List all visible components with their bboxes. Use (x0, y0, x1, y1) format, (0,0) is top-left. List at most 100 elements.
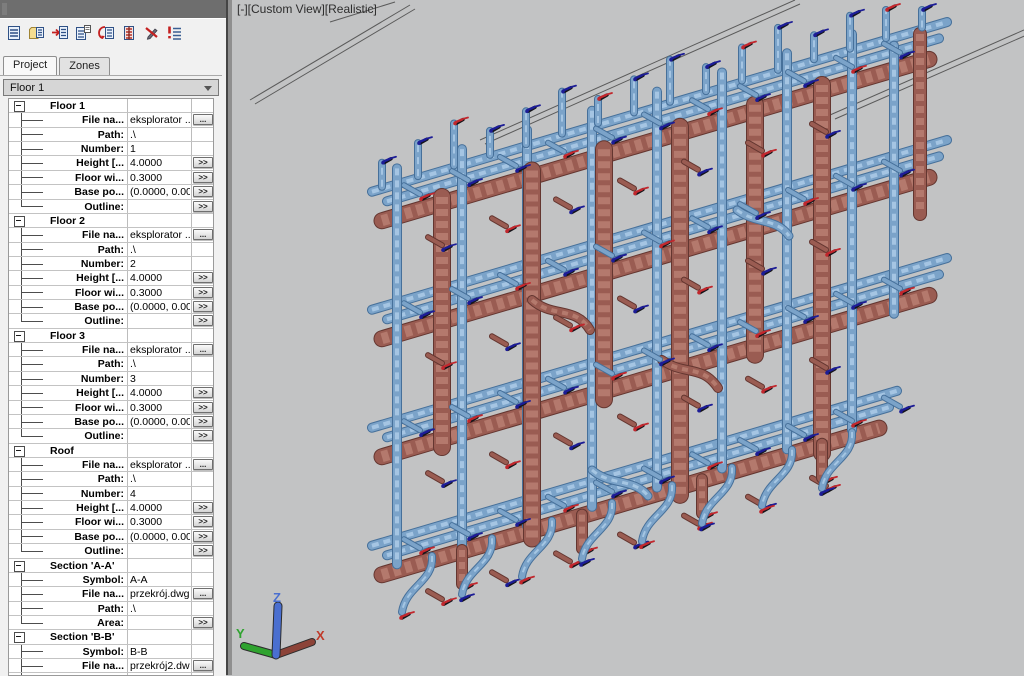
expand-value-button[interactable]: >> (193, 545, 213, 556)
expand-value-button[interactable]: >> (193, 502, 213, 513)
3d-viewport[interactable]: ZXY [-][Custom View][Realistic] (232, 0, 1024, 675)
expand-value-button[interactable]: >> (193, 387, 213, 398)
property-value[interactable]: 2 (130, 258, 190, 270)
browse-button[interactable]: ... (193, 459, 213, 470)
tree-row[interactable]: Floor wi...0.3000>> (9, 171, 213, 185)
expand-value-button[interactable]: >> (193, 186, 213, 197)
tree-row[interactable]: File na...eksplorator ...... (9, 458, 213, 472)
building-document-icon[interactable] (5, 24, 23, 42)
collapse-icon[interactable] (14, 632, 25, 643)
expand-value-button[interactable]: >> (193, 430, 213, 441)
tree-row[interactable]: Number:2 (9, 257, 213, 271)
tree-row[interactable]: Symbol:B-B (9, 645, 213, 659)
floor-selector[interactable]: Floor 1 (3, 79, 219, 96)
expand-value-button[interactable]: >> (193, 516, 213, 527)
tree-group-row[interactable]: Section 'A-A' (9, 559, 213, 573)
tree-row[interactable]: Number:4 (9, 487, 213, 501)
property-value[interactable]: 4 (130, 488, 190, 500)
tree-group-row[interactable]: Roof (9, 444, 213, 458)
tree-row[interactable]: Path:.\ (9, 602, 213, 616)
tree-row[interactable]: File na...eksplorator ...... (9, 228, 213, 242)
property-value[interactable]: (0.0000, 0.0000 (130, 531, 190, 543)
tree-row[interactable]: Height [...4.0000>> (9, 501, 213, 515)
collapse-icon[interactable] (14, 101, 25, 112)
expand-value-button[interactable]: >> (193, 157, 213, 168)
building-list-icon[interactable] (120, 24, 138, 42)
tree-row[interactable]: Number:1 (9, 142, 213, 156)
tree-row[interactable]: Floor wi...0.3000>> (9, 401, 213, 415)
property-value[interactable]: (0.0000, 0.0000 (130, 301, 190, 313)
no-edit-icon[interactable] (143, 24, 161, 42)
tree-row[interactable]: Base po...(0.0000, 0.0000>> (9, 415, 213, 429)
import-building-icon[interactable] (51, 24, 69, 42)
viewport-controls-label[interactable]: [-][Custom View][Realistic] (237, 2, 377, 16)
tab-project[interactable]: Project (3, 56, 57, 75)
property-value[interactable]: .\ (130, 129, 190, 141)
property-value[interactable]: przekrój.dwg (130, 588, 190, 600)
tree-row[interactable]: Floor wi...0.3000>> (9, 286, 213, 300)
collapse-icon[interactable] (14, 331, 25, 342)
tab-zones[interactable]: Zones (59, 57, 110, 75)
piping-model-canvas[interactable]: ZXY (232, 0, 1024, 675)
expand-value-button[interactable]: >> (193, 272, 213, 283)
export-building-icon[interactable] (97, 24, 115, 42)
property-value[interactable]: 4.0000 (130, 387, 190, 399)
tree-row[interactable]: File na...przekrój2.dwg... (9, 659, 213, 673)
tree-row[interactable]: File na...eksplorator ...... (9, 113, 213, 127)
property-value[interactable]: .\ (130, 358, 190, 370)
tree-row[interactable]: Number:3 (9, 372, 213, 386)
expand-value-button[interactable]: >> (193, 315, 213, 326)
browse-button[interactable]: ... (193, 344, 213, 355)
tree-row[interactable]: Path:.\ (9, 357, 213, 371)
property-value[interactable]: eksplorator ... (130, 459, 190, 471)
tree-row[interactable]: Base po...(0.0000, 0.0000>> (9, 185, 213, 199)
tree-row[interactable]: Height [...4.0000>> (9, 386, 213, 400)
expand-value-button[interactable]: >> (193, 617, 213, 628)
tree-row[interactable]: Outline:>> (9, 200, 213, 214)
tree-row[interactable]: File na...eksplorator ...... (9, 343, 213, 357)
collapse-icon[interactable] (14, 446, 25, 457)
tree-row[interactable]: Outline:>> (9, 314, 213, 328)
tree-group-row[interactable]: Floor 1 (9, 99, 213, 113)
property-value[interactable]: (0.0000, 0.0000 (130, 186, 190, 198)
property-value[interactable]: eksplorator ... (130, 344, 190, 356)
browse-button[interactable]: ... (193, 588, 213, 599)
property-value[interactable]: 0.3000 (130, 516, 190, 528)
palette-title-strip[interactable] (0, 0, 232, 18)
property-value[interactable]: (0.0000, 0.0000 (130, 416, 190, 428)
tree-row[interactable]: Outline:>> (9, 429, 213, 443)
browse-button[interactable]: ... (193, 114, 213, 125)
tree-row[interactable]: Base po...(0.0000, 0.0000>> (9, 530, 213, 544)
expand-value-button[interactable]: >> (193, 172, 213, 183)
tree-group-row[interactable]: Floor 3 (9, 329, 213, 343)
tree-row[interactable]: Path:.\ (9, 472, 213, 486)
property-value[interactable]: .\ (130, 473, 190, 485)
property-value[interactable]: B-B (130, 646, 190, 658)
tree-row[interactable]: File na...przekrój.dwg... (9, 587, 213, 601)
property-value[interactable]: 1 (130, 143, 190, 155)
expand-value-button[interactable]: >> (193, 201, 213, 212)
property-value[interactable]: 4.0000 (130, 502, 190, 514)
collapse-icon[interactable] (14, 216, 25, 227)
tree-row[interactable]: Path:.\ (9, 128, 213, 142)
tree-group-row[interactable]: Floor 2 (9, 214, 213, 228)
palette-grip[interactable] (2, 3, 7, 15)
property-value[interactable]: .\ (130, 603, 190, 615)
expand-value-button[interactable]: >> (193, 287, 213, 298)
tree-row[interactable]: Area:>> (9, 616, 213, 630)
tree-row[interactable]: Base po...(0.0000, 0.0000>> (9, 300, 213, 314)
tree-row[interactable]: Floor wi...0.3000>> (9, 515, 213, 529)
tree-row[interactable]: Height [...4.0000>> (9, 271, 213, 285)
expand-value-button[interactable]: >> (193, 402, 213, 413)
tree-group-row[interactable]: Section 'B-B' (9, 630, 213, 644)
tree-row[interactable]: Symbol:A-A (9, 573, 213, 587)
tree-row[interactable]: Path:.\ (9, 243, 213, 257)
property-value[interactable]: 4.0000 (130, 272, 190, 284)
chevron-down-icon[interactable] (204, 86, 212, 91)
property-value[interactable]: eksplorator ... (130, 114, 190, 126)
open-building-folder-icon[interactable] (28, 24, 46, 42)
property-value[interactable]: 0.3000 (130, 402, 190, 414)
browse-button[interactable]: ... (193, 229, 213, 240)
expand-value-button[interactable]: >> (193, 301, 213, 312)
property-value[interactable]: 3 (130, 373, 190, 385)
